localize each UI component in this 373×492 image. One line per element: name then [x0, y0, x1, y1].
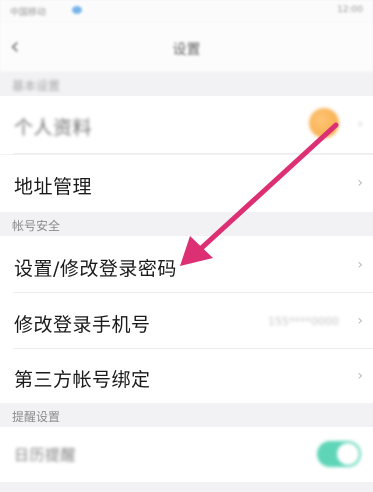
avatar [309, 108, 339, 138]
page-title: 设置 [172, 42, 201, 58]
chevron-right-icon: › [357, 257, 363, 273]
phone-value: 155****0000 [268, 315, 339, 328]
section-header-account: 帐号安全 [0, 212, 373, 236]
row-label: 修改登录手机号 [14, 314, 151, 336]
section-header-label: 帐号安全 [12, 219, 61, 233]
chevron-right-icon: › [357, 313, 363, 329]
carrier-text: 中国移动 [10, 8, 47, 18]
row-address[interactable]: 地址管理 › [0, 155, 373, 212]
status-bar: 中国移动 12:00 [0, 0, 373, 22]
row-calendar[interactable]: 日历提醒 [0, 427, 373, 482]
row-label: 个人资料 [14, 117, 93, 139]
chevron-right-icon: › [357, 116, 363, 132]
wifi-icon [72, 6, 82, 14]
section-header-label: 基本设置 [12, 79, 61, 93]
calendar-toggle[interactable] [317, 441, 361, 467]
section-header-basic: 基本设置 [0, 72, 373, 96]
nav-bar: ‹ 设置 [0, 22, 373, 72]
row-label: 第三方帐号绑定 [14, 369, 151, 391]
row-profile[interactable]: 个人资料 › [0, 96, 373, 154]
row-label: 地址管理 [14, 176, 93, 198]
bottom-spacer [0, 482, 373, 492]
row-third-party[interactable]: 第三方帐号绑定 › [0, 349, 373, 403]
row-password[interactable]: 设置/修改登录密码 › [0, 236, 373, 293]
divider [14, 153, 373, 154]
status-time: 12:00 [337, 5, 363, 15]
chevron-right-icon: › [357, 368, 363, 384]
row-label: 日历提醒 [14, 446, 77, 464]
row-phone[interactable]: 修改登录手机号 155****0000 › [0, 293, 373, 349]
chevron-right-icon: › [357, 175, 363, 191]
section-header-label: 提醒设置 [12, 410, 61, 424]
row-label: 设置/修改登录密码 [14, 258, 177, 280]
section-header-reminder: 提醒设置 [0, 403, 373, 427]
